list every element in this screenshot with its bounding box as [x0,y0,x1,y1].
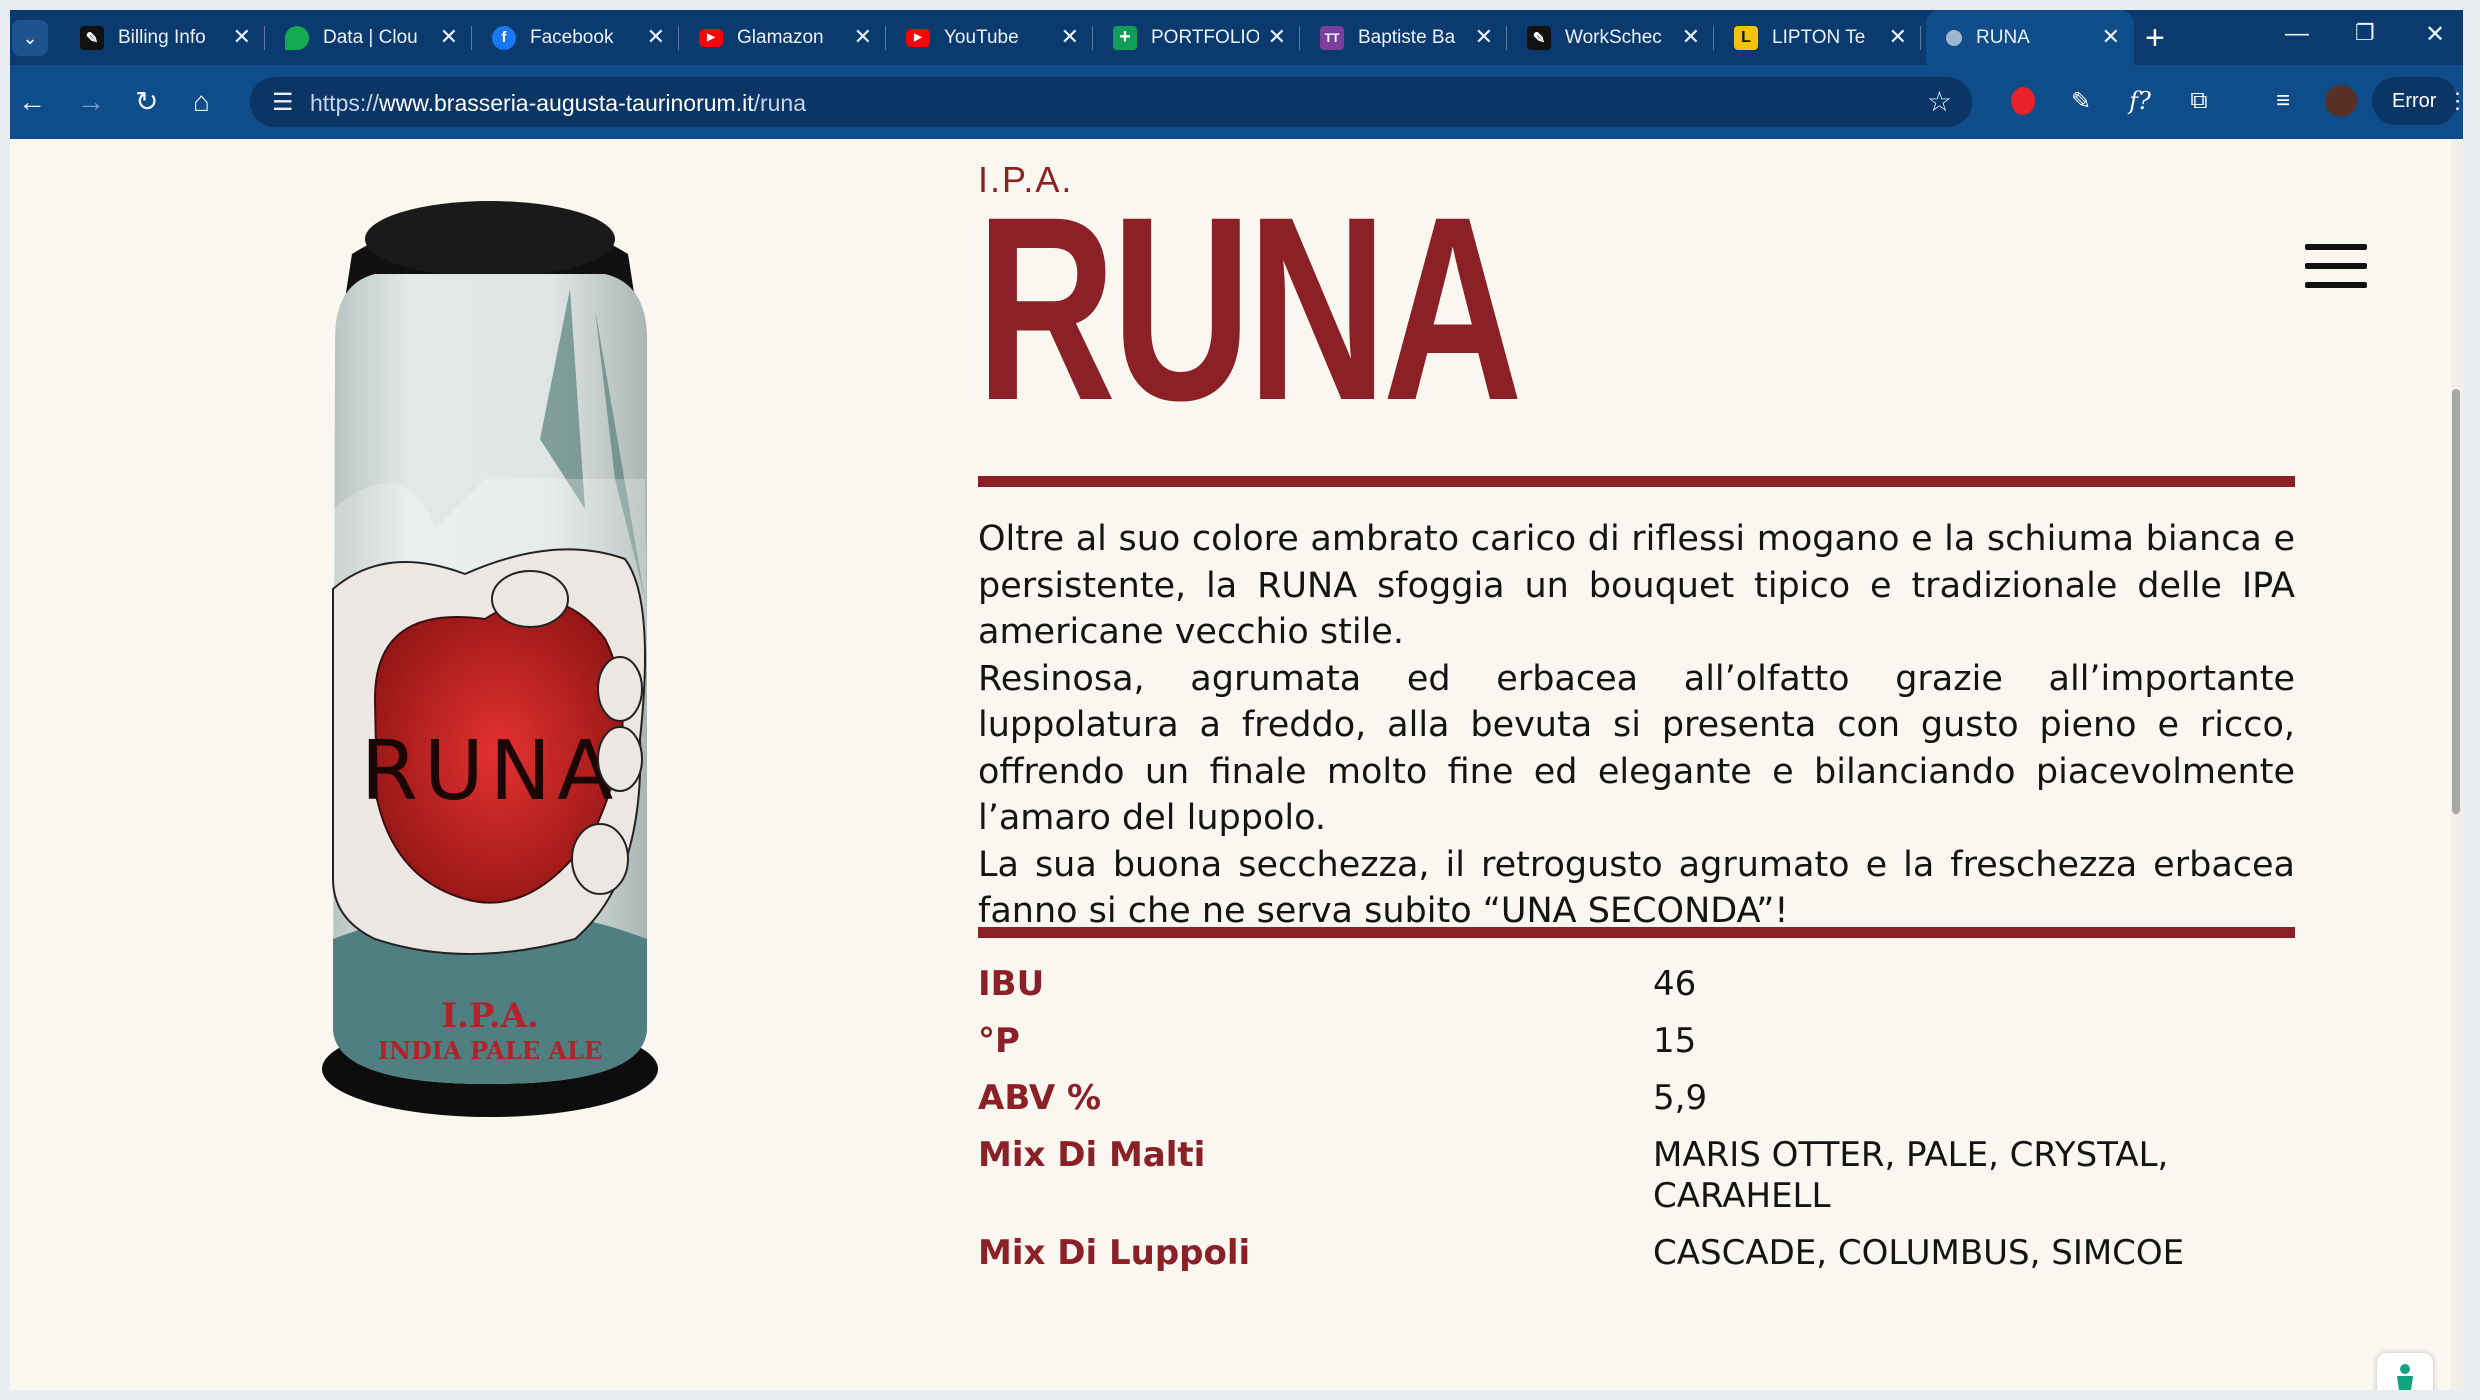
close-icon[interactable]: ✕ [854,26,872,48]
spec-label: Mix Di Malti [978,1135,1206,1175]
eyedropper-icon[interactable]: ✎ [2063,83,2099,119]
tab-facebook[interactable]: f Facebook ✕ [472,10,679,65]
facebook-icon: f [492,25,516,50]
tab-label: LIPTON Te [1772,26,1866,48]
tab-label: RUNA [1976,26,2030,48]
lipton-icon: L [1734,25,1758,50]
tab-baptiste[interactable]: TT Baptiste Ba ✕ [1300,10,1507,65]
close-icon[interactable]: ✕ [233,26,251,48]
restore-icon[interactable]: ❐ [2355,20,2375,46]
home-icon[interactable]: ⌂ [193,87,210,117]
description-paragraph: Resinosa, agrumata ed erbacea all’olfatt… [978,658,2295,839]
profile-error-button[interactable]: Error ⋮ [2372,77,2463,125]
close-icon[interactable]: ✕ [1268,26,1286,48]
beer-can-image: RUNA I.P.A. INDIA PALE ALE [322,201,658,1117]
font-extension-icon[interactable]: f? [2122,83,2158,119]
close-icon[interactable]: ✕ [1682,26,1700,48]
tab-youtube[interactable]: ▶ YouTube ✕ [886,10,1093,65]
close-icon[interactable]: ✕ [1061,26,1079,48]
spec-value: 5,9 [1653,1078,1708,1118]
description-paragraph: Oltre al suo colore ambrato carico di ri… [978,519,2295,652]
extensions-puzzle-icon[interactable]: ⧉ [2181,83,2217,119]
spec-label: IBU [978,964,1045,1004]
spec-value: 15 [1653,1021,1697,1061]
tab-label: YouTube [944,26,1019,48]
squarespace-icon: ✎ [1527,25,1551,50]
address-bar[interactable]: ☰ https://www.brasseria-augusta-taurinor… [250,77,1972,127]
browser-window: ⌄ ✎ Billing Info ✕ Data | Clou ✕ f Faceb… [10,10,2463,1390]
beer-name-title: RUNA [976,162,1523,455]
close-window-icon[interactable]: ✕ [2425,20,2445,49]
divider [978,927,2295,938]
spec-label: ABV % [978,1078,1102,1118]
spec-label: Mix Di Luppoli [978,1233,1251,1273]
tab-search-button[interactable]: ⌄ [12,20,48,56]
tt-icon: TT [1320,25,1344,50]
tab-label: Billing Info [118,26,206,48]
extension-red-icon[interactable] [2005,83,2041,119]
tab-workschedule[interactable]: ✎ WorkSchec ✕ [1507,10,1714,65]
browser-toolbar: ← → ↻ ⌂ ☰ https://www.brasseria-augusta-… [10,65,2463,139]
reload-icon[interactable]: ↻ [135,87,158,117]
close-icon[interactable]: ✕ [440,26,458,48]
person-icon [2397,1364,2413,1390]
tab-lipton[interactable]: L LIPTON Te ✕ [1714,10,1921,65]
youtube-icon: ▶ [699,28,723,47]
minimize-icon[interactable]: — [2285,20,2309,48]
can-subtitle-text: INDIA PALE ALE [378,1036,602,1065]
spec-value: 46 [1653,964,1697,1004]
divider [978,476,2295,487]
tab-portfolio[interactable]: + PORTFOLIO ✕ [1093,10,1300,65]
tab-label: Glamazon [737,26,824,48]
site-info-icon[interactable]: ☰ [272,88,294,117]
url-text[interactable]: https://www.brasseria-augusta-taurinorum… [310,90,806,117]
tab-runa[interactable]: RUNA ✕ [1926,10,2134,65]
close-icon[interactable]: ✕ [2102,26,2120,48]
tab-strip: ⌄ ✎ Billing Info ✕ Data | Clou ✕ f Faceb… [10,10,2463,65]
media-controls-icon[interactable]: ≡ [2265,83,2301,119]
beer-description: Oltre al suo colore ambrato carico di ri… [978,516,2295,935]
close-icon[interactable]: ✕ [1475,26,1493,48]
site-icon [1946,29,1962,46]
tab-data-cloud[interactable]: Data | Clou ✕ [265,10,472,65]
tab-label: Data | Clou [323,26,418,48]
close-icon[interactable]: ✕ [647,26,665,48]
avatar[interactable] [2323,83,2359,119]
mongodb-leaf-icon [285,25,309,50]
tab-glamazon[interactable]: ▶ Glamazon ✕ [679,10,886,65]
page-content: RUNA I.P.A. INDIA PALE ALE I.P.A. RUNA O… [10,139,2463,1390]
tab-label: WorkSchec [1565,26,1662,48]
scrollbar[interactable] [2451,139,2463,1390]
bookmark-star-icon[interactable]: ☆ [1927,85,1952,118]
tab-label: Baptiste Ba [1358,26,1456,48]
more-menu-icon: ⋮ [2446,88,2463,113]
youtube-icon: ▶ [906,28,930,47]
scrollbar-thumb[interactable] [2452,389,2460,814]
can-style-text: I.P.A. [441,996,539,1036]
can-brand-text: RUNA [361,724,619,819]
hamburger-menu-icon[interactable] [2305,244,2367,288]
back-icon[interactable]: ← [18,87,46,117]
close-icon[interactable]: ✕ [1889,26,1907,48]
forward-icon[interactable]: → [77,87,105,117]
tab-billing-info[interactable]: ✎ Billing Info ✕ [60,10,265,65]
tab-label: Facebook [530,26,614,48]
tab-label: PORTFOLIO [1151,26,1259,48]
spec-value: CASCADE, COLUMBUS, SIMCOE [1653,1233,2185,1273]
description-paragraph: La sua buona secchezza, il retrogusto ag… [978,844,2295,932]
spec-label: °P [978,1021,1020,1061]
accessibility-widget-button[interactable] [2377,1353,2433,1390]
new-tab-button[interactable]: + [2145,18,2165,58]
squarespace-icon: ✎ [80,25,104,50]
sheets-icon: + [1113,25,1137,50]
spec-value: MARIS OTTER, PALE, CRYSTAL, CARAHELL [1653,1135,2169,1216]
